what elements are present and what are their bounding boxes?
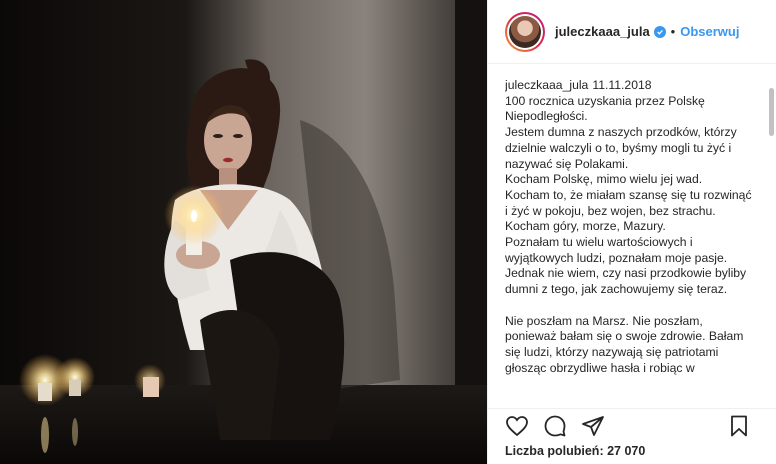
avatar-ring xyxy=(507,13,543,50)
caption-username[interactable]: juleczkaaa_jula xyxy=(505,78,588,92)
post-header: juleczkaaa_jula • Obserwuj xyxy=(488,0,776,64)
caption-scrollbar[interactable] xyxy=(769,88,774,136)
bookmark-icon[interactable] xyxy=(727,414,751,438)
avatar-image xyxy=(509,15,541,48)
post-side-panel: juleczkaaa_jula • Obserwuj juleczkaaa_ju… xyxy=(487,0,776,464)
avatar[interactable] xyxy=(505,11,545,52)
comment-bubble-icon[interactable] xyxy=(543,414,567,438)
likes-count[interactable]: Liczba polubień: 27 070 xyxy=(505,444,645,458)
heart-icon[interactable] xyxy=(505,414,529,438)
verified-badge-icon xyxy=(653,25,666,38)
post-photo[interactable] xyxy=(0,0,487,464)
post-caption: juleczkaaa_jula 11.11.2018 100 rocznica u… xyxy=(505,78,753,408)
action-bar xyxy=(488,408,776,442)
follow-button[interactable]: Obserwuj xyxy=(680,24,739,39)
header-username[interactable]: juleczkaaa_jula xyxy=(555,24,650,39)
share-icon[interactable] xyxy=(581,414,605,438)
instagram-post: juleczkaaa_jula • Obserwuj juleczkaaa_ju… xyxy=(0,0,776,464)
separator-dot: • xyxy=(670,24,676,39)
caption-text: 100 rocznica uzyskania przez Polskę Niep… xyxy=(505,93,752,375)
caption-date: 11.11.2018 xyxy=(592,78,652,92)
photo-illustration xyxy=(0,0,487,464)
